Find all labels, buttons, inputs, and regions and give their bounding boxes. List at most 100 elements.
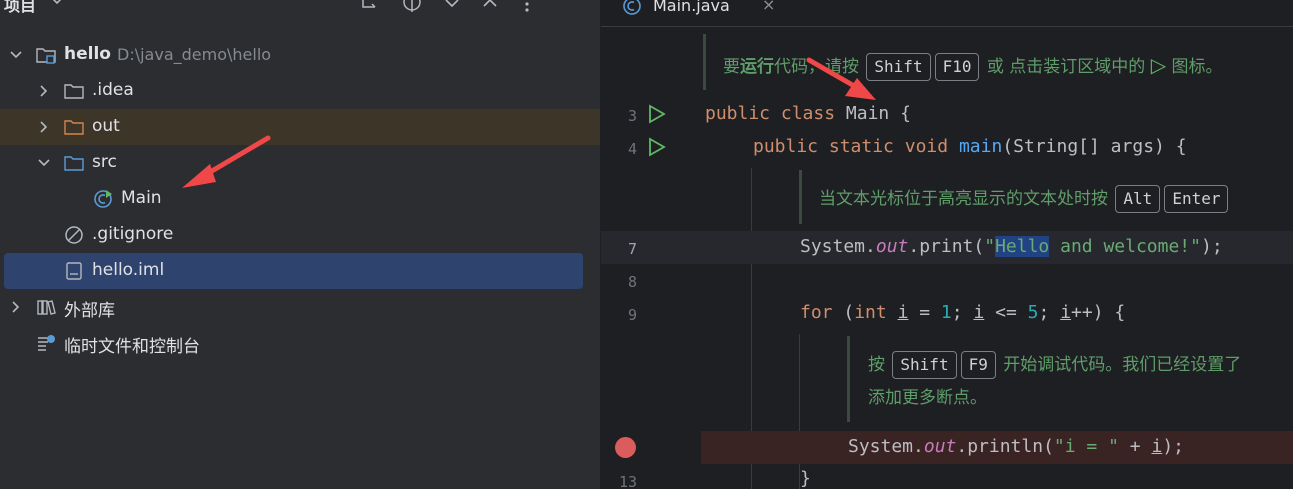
crosshair-icon[interactable] <box>400 0 424 12</box>
doc-text: 要 <box>723 57 740 77</box>
doc-text: 当文本光标位于高亮显示的文本处时按 <box>819 189 1108 209</box>
code-text: ; <box>1038 302 1061 323</box>
folder-icon <box>64 84 84 99</box>
library-icon <box>37 300 56 315</box>
shortcut-key-shift: Shift <box>892 351 957 379</box>
variable: i <box>897 302 909 323</box>
indent-guide <box>799 334 800 489</box>
line-number: 13 <box>618 473 637 489</box>
select-opened-file-icon[interactable] <box>360 0 378 12</box>
number-literal: 1 <box>940 302 952 323</box>
line-number: 4 <box>627 140 637 158</box>
string-literal: and welcome!" <box>1049 236 1201 257</box>
static-field: out <box>923 436 957 457</box>
variable: i <box>973 302 985 323</box>
doc-text: 开始调试代码。我们已经设置了 <box>1003 355 1242 375</box>
iml-file-icon <box>66 262 82 280</box>
method-name: main <box>958 136 1003 157</box>
tree-item-hello-iml[interactable]: hello.iml <box>4 253 583 289</box>
code-text: ); <box>1162 436 1184 457</box>
string-literal: "i = " <box>1053 436 1119 457</box>
keyword: static <box>828 136 894 157</box>
chevron-down-icon[interactable] <box>50 0 64 8</box>
tree-item-out[interactable]: out <box>0 109 600 145</box>
line-number: 7 <box>627 240 637 258</box>
code-line-9: for (int i = 1; i <= 5; i++) { <box>800 302 1125 323</box>
close-tab-icon[interactable]: × <box>762 0 775 14</box>
shortcut-key-alt: Alt <box>1115 185 1161 213</box>
tree-item-path: D:\java_demo\hello <box>117 45 272 64</box>
excluded-folder-icon <box>64 120 84 135</box>
shortcut-key-enter: Enter <box>1164 185 1229 213</box>
code-text: ); <box>1200 236 1223 257</box>
tree-item-label: hello <box>64 44 111 64</box>
code-text: .println( <box>956 436 1054 457</box>
rendered-doc-comment-debug-line2: 添加更多断点。 <box>868 382 987 415</box>
doc-text: 按 <box>868 355 885 375</box>
code-text: ( <box>832 302 855 323</box>
tab-label: Main.java <box>653 0 730 15</box>
variable: i <box>1060 302 1072 323</box>
tree-item-src[interactable]: src <box>0 145 600 181</box>
doc-text: 或 点击装订区域中的 <box>986 57 1146 77</box>
annotation-arrow-icon <box>182 135 271 188</box>
chevron-right-icon[interactable] <box>37 120 51 134</box>
source-folder-icon <box>64 156 84 171</box>
breakpoint-icon[interactable] <box>615 437 636 458</box>
tree-item-hello[interactable]: hello D:\java_demo\hello <box>0 37 600 73</box>
shortcut-key-f10: F10 <box>934 53 980 81</box>
code-text: (String[] args) { <box>1002 136 1187 157</box>
keyword: int <box>854 302 887 323</box>
code-text: System. <box>800 236 876 257</box>
code-text: <= <box>984 302 1028 323</box>
variable: i <box>1151 436 1163 457</box>
keyword: public <box>753 136 819 157</box>
java-class-icon <box>94 190 112 208</box>
code-text: + <box>1118 436 1152 457</box>
doc-text: 图标。 <box>1171 57 1223 77</box>
collapse-all-icon[interactable] <box>481 0 499 12</box>
tree-item-gitignore[interactable]: .gitignore <box>0 217 600 253</box>
project-panel-title[interactable]: 项目 <box>4 0 36 16</box>
code-editor[interactable]: Main.java × 要运行代码，请按 ShiftF10 或 点击装订区域中的… <box>601 0 1293 489</box>
shortcut-key-f9: F9 <box>960 351 996 379</box>
doc-comment-bar <box>703 34 706 90</box>
code-text: .print( <box>908 236 985 257</box>
chevron-down-icon[interactable] <box>37 156 51 170</box>
keyword: for <box>800 302 833 323</box>
line-number: 3 <box>627 107 637 125</box>
tree-item-scratches[interactable]: 临时文件和控制台 <box>0 325 600 361</box>
module-folder-icon <box>36 48 56 64</box>
rendered-doc-comment-run: 要运行代码，请按 ShiftF10 或 点击装订区域中的 ▷ 图标。 <box>723 49 1223 84</box>
run-gutter-icon[interactable] <box>647 137 667 157</box>
static-field: out <box>875 236 909 257</box>
tree-item-label: Main <box>121 188 162 208</box>
doc-comment-bar <box>799 170 802 224</box>
code-line-7: System.out.print("Hello and welcome!"); <box>800 236 1223 257</box>
expand-all-icon[interactable] <box>443 0 461 12</box>
tree-item-label: 临时文件和控制台 <box>64 337 200 357</box>
java-class-icon <box>623 0 641 15</box>
tree-item-label: hello.iml <box>92 260 165 280</box>
chevron-right-icon[interactable] <box>37 84 51 98</box>
line-number: 8 <box>627 273 637 291</box>
line-number: 9 <box>627 306 637 324</box>
code-line-4: public static void main(String[] args) { <box>753 136 1187 157</box>
run-gutter-icon[interactable] <box>647 104 667 124</box>
doc-text: 添加更多断点。 <box>868 388 987 408</box>
run-triangle-icon: ▷ <box>1150 53 1167 77</box>
tree-item-main[interactable]: Main <box>0 181 600 217</box>
code-line-13: } <box>800 468 811 489</box>
more-options-icon[interactable] <box>522 0 532 12</box>
chevron-down-icon[interactable] <box>9 48 23 62</box>
tree-item-label: .idea <box>92 80 134 100</box>
rendered-doc-comment-debug: 按 Shift F9 开始调试代码。我们已经设置了 <box>868 349 1241 382</box>
string-literal: " <box>984 236 996 257</box>
tree-item-idea[interactable]: .idea <box>0 73 600 109</box>
code-text: ; <box>951 302 974 323</box>
code-text: ++) { <box>1071 302 1126 323</box>
doc-bold-text: 运行 <box>740 57 774 77</box>
tree-item-external-libraries[interactable]: 外部库 <box>0 289 600 325</box>
chevron-right-icon[interactable] <box>9 300 23 314</box>
scratches-icon <box>38 335 55 351</box>
